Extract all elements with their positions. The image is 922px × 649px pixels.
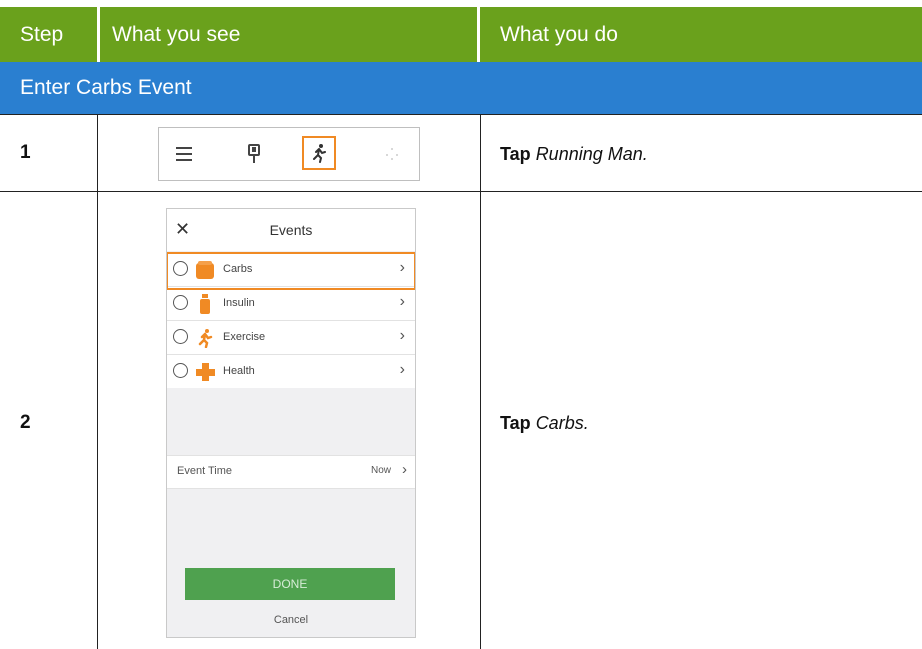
column-divider bbox=[97, 114, 98, 649]
done-button: DONE bbox=[185, 568, 395, 600]
step-number: 1 bbox=[20, 142, 31, 163]
chevron-right-icon: › bbox=[399, 293, 405, 310]
exercise-icon bbox=[193, 326, 217, 350]
header-divider bbox=[97, 7, 100, 62]
header-what-you-do: What you do bbox=[500, 22, 618, 46]
action-target: Running Man. bbox=[535, 144, 648, 164]
action-text: Tap Carbs. bbox=[500, 413, 589, 434]
header-step: Step bbox=[20, 22, 64, 46]
action-text: Tap Running Man. bbox=[500, 144, 648, 165]
sensor-icon bbox=[239, 128, 269, 180]
chevron-right-icon: › bbox=[399, 361, 405, 378]
header-what-you-see: What you see bbox=[112, 22, 241, 46]
selection-highlight bbox=[167, 252, 415, 290]
toolbar-screenshot bbox=[158, 127, 420, 181]
action-verb: Tap bbox=[500, 413, 531, 433]
event-item-health: Health › bbox=[167, 354, 415, 388]
event-item-label: Health bbox=[223, 365, 255, 377]
event-time-label: Event Time bbox=[177, 465, 233, 477]
section-title: Enter Carbs Event bbox=[0, 62, 922, 114]
event-item-exercise: Exercise › bbox=[167, 320, 415, 354]
event-item-label: Insulin bbox=[223, 297, 255, 309]
event-time-value: Now bbox=[370, 465, 391, 476]
events-topbar: ✕ Events bbox=[167, 209, 415, 251]
action-target: Carbs. bbox=[535, 413, 589, 433]
event-item-label: Exercise bbox=[223, 331, 266, 343]
events-title: Events bbox=[269, 222, 313, 238]
row-divider bbox=[0, 191, 922, 192]
row-divider bbox=[0, 114, 922, 115]
running-man-icon bbox=[302, 136, 336, 170]
action-verb: Tap bbox=[500, 144, 531, 164]
event-item-insulin: Insulin › bbox=[167, 286, 415, 320]
cancel-link: Cancel bbox=[273, 614, 309, 626]
step-number: 2 bbox=[20, 412, 31, 433]
dots-icon bbox=[377, 128, 407, 180]
chevron-right-icon: › bbox=[399, 327, 405, 344]
insulin-icon bbox=[193, 292, 217, 316]
health-icon bbox=[193, 360, 217, 384]
header-divider bbox=[477, 7, 480, 62]
instruction-table: Step What you see What you do Enter Carb… bbox=[0, 0, 922, 649]
event-time-row: Event Time Now › bbox=[167, 455, 415, 489]
radio-icon bbox=[173, 295, 188, 310]
menu-icon bbox=[169, 128, 199, 180]
column-divider bbox=[480, 114, 481, 649]
radio-icon bbox=[173, 329, 188, 344]
table-header: Step What you see What you do bbox=[0, 7, 922, 62]
events-screenshot: ✕ Events Carbs › Insulin › Exercise › He… bbox=[166, 208, 416, 638]
radio-icon bbox=[173, 363, 188, 378]
chevron-right-icon: › bbox=[402, 461, 407, 478]
